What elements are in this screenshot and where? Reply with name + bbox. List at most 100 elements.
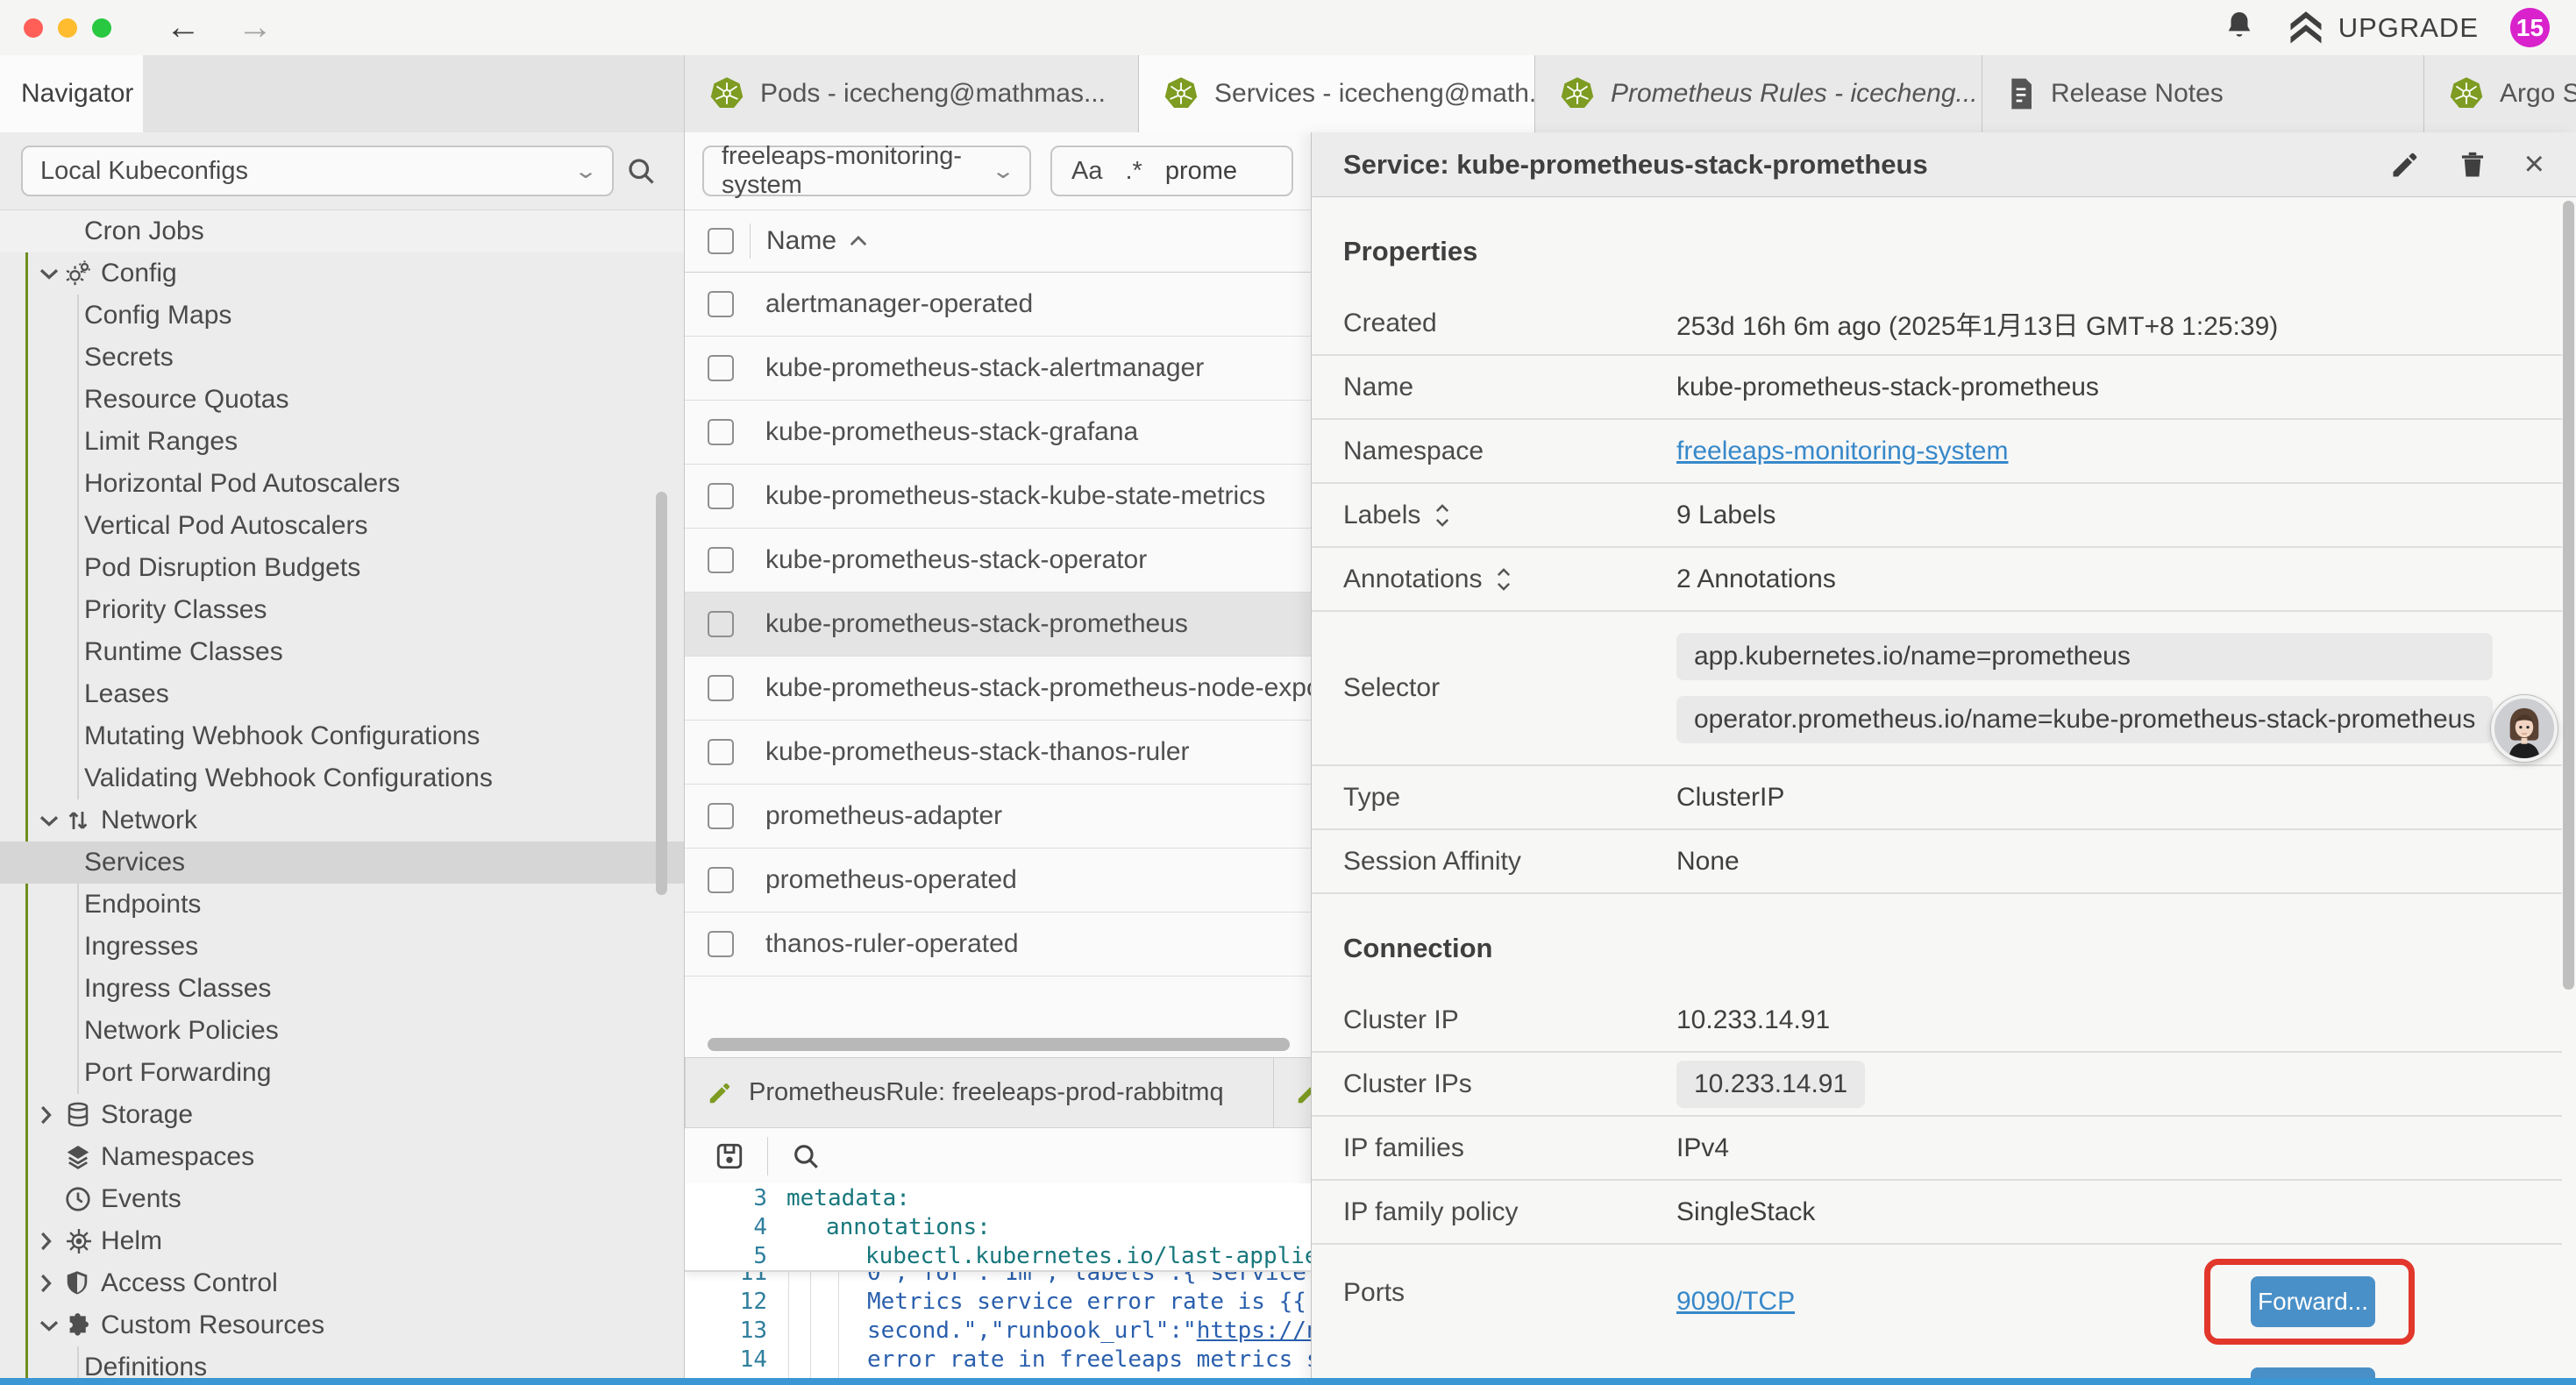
kubeconfig-select[interactable]: Local Kubeconfigs ⌄ (21, 146, 614, 196)
sidebar-item-priority-classes[interactable]: Priority Classes (0, 589, 684, 631)
row-checkbox[interactable] (708, 611, 734, 637)
gear-icon (65, 260, 95, 287)
close-window-button[interactable] (24, 18, 43, 38)
forward-button[interactable]: → (238, 8, 273, 47)
sidebar-item-namespaces[interactable]: Namespaces (0, 1136, 684, 1178)
match-case-toggle[interactable]: Aa (1071, 157, 1102, 186)
tab-release-notes[interactable]: Release Notes (1982, 55, 2424, 132)
table-row[interactable]: kube-prometheus-stack-prometheus-node-ex… (685, 657, 1311, 721)
sidebar-item-network[interactable]: Network (0, 799, 684, 842)
namespace-select[interactable]: freeleaps-monitoring-system ⌄ (702, 146, 1031, 196)
sidebar-item-ingress-classes[interactable]: Ingress Classes (0, 968, 684, 1010)
regex-toggle[interactable]: .* (1125, 157, 1142, 186)
sidebar-item-config-maps[interactable]: Config Maps (0, 295, 684, 337)
table-row[interactable]: kube-prometheus-stack-thanos-ruler (685, 721, 1311, 785)
tab-pods-icecheng-mathmas[interactable]: Pods - icecheng@mathmas... (685, 55, 1139, 132)
back-button[interactable]: ← (166, 8, 201, 47)
sidebar-item-port-forwarding[interactable]: Port Forwarding (0, 1052, 684, 1094)
sidebar-item-vertical-pod-autoscalers[interactable]: Vertical Pod Autoscalers (0, 505, 684, 547)
chevron-right-icon[interactable] (39, 1273, 61, 1294)
horizontal-scrollbar[interactable] (685, 1035, 1311, 1055)
edit-pencil-icon[interactable] (2389, 149, 2421, 181)
table-row[interactable]: prometheus-operated (685, 849, 1311, 913)
table-row[interactable]: kube-prometheus-stack-grafana (685, 401, 1311, 465)
sidebar-item-pod-disruption-budgets[interactable]: Pod Disruption Budgets (0, 547, 684, 589)
row-checkbox[interactable] (708, 419, 734, 445)
row-label: Labels (1343, 501, 1676, 530)
namespace-link[interactable]: freeleaps-monitoring-system (1676, 437, 2008, 466)
kubeconfig-select-value: Local Kubeconfigs (40, 157, 248, 186)
sidebar-item-network-policies[interactable]: Network Policies (0, 1010, 684, 1052)
sidebar-item-cron-jobs[interactable]: Cron Jobs (0, 210, 684, 252)
forward-button[interactable]: Forward... (2251, 1276, 2375, 1327)
sidebar-item-ingresses[interactable]: Ingresses (0, 926, 684, 968)
row-checkbox[interactable] (708, 931, 734, 957)
user-avatar[interactable] (2491, 695, 2558, 762)
expand-collapse-icon[interactable] (1496, 565, 1512, 593)
runbook-url-link[interactable]: https://net (1197, 1318, 1311, 1344)
code-line: second.","runbook_url":"https://net (767, 1318, 1311, 1344)
sidebar-item-events[interactable]: Events (0, 1178, 684, 1220)
sidebar-item-endpoints[interactable]: Endpoints (0, 884, 684, 926)
row-checkbox[interactable] (708, 803, 734, 829)
navigator-tab[interactable]: Navigator (0, 55, 143, 132)
editor-tab[interactable] (1274, 1058, 1311, 1127)
row-checkbox[interactable] (708, 547, 734, 573)
yaml-editor[interactable]: 3metadata:4annotations:5kubectl.kubernet… (685, 1183, 1311, 1385)
delete-trash-icon[interactable] (2458, 149, 2487, 181)
row-checkbox[interactable] (708, 739, 734, 765)
line-number: 4 (685, 1214, 767, 1240)
save-icon[interactable] (715, 1141, 744, 1171)
table-row[interactable]: thanos-ruler-operated (685, 913, 1311, 977)
sidebar-item-storage[interactable]: Storage (0, 1094, 684, 1136)
tab-services-icecheng-math[interactable]: Services - icecheng@math...× (1139, 55, 1535, 132)
filter-input[interactable]: Aa .* prome (1050, 146, 1293, 196)
close-panel-icon[interactable]: × (2524, 145, 2544, 184)
sidebar-item-runtime-classes[interactable]: Runtime Classes (0, 631, 684, 673)
table-row[interactable]: kube-prometheus-stack-prometheus (685, 593, 1311, 657)
table-row[interactable]: kube-prometheus-stack-operator (685, 529, 1311, 593)
port-link[interactable]: 9090/TCP (1676, 1287, 1795, 1317)
table-row[interactable]: kube-prometheus-stack-kube-state-metrics (685, 465, 1311, 529)
sidebar-item-limit-ranges[interactable]: Limit Ranges (0, 421, 684, 463)
row-checkbox[interactable] (708, 291, 734, 317)
chevron-down-icon[interactable] (39, 1318, 61, 1332)
table-row[interactable]: kube-prometheus-stack-alertmanager (685, 337, 1311, 401)
notification-count-badge[interactable]: 15 (2510, 8, 2550, 47)
tab-prometheus-rules-icecheng[interactable]: Prometheus Rules - icecheng... (1535, 55, 1982, 132)
zoom-window-button[interactable] (92, 18, 111, 38)
table-row[interactable]: alertmanager-operated (685, 273, 1311, 337)
sidebar-item-horizontal-pod-autoscalers[interactable]: Horizontal Pod Autoscalers (0, 463, 684, 505)
editor-search-icon[interactable] (791, 1141, 821, 1171)
detail-scrollbar[interactable] (2563, 201, 2574, 990)
chevron-right-icon[interactable] (39, 1231, 61, 1252)
sidebar-item-secrets[interactable]: Secrets (0, 337, 684, 379)
chevron-down-icon[interactable] (39, 266, 61, 281)
upgrade-button[interactable]: UPGRADE (2288, 11, 2479, 44)
sidebar-scrollbar[interactable] (656, 492, 667, 895)
expand-collapse-icon[interactable] (1434, 501, 1450, 529)
table-row[interactable]: prometheus-adapter (685, 785, 1311, 849)
tab-argo-se[interactable]: Argo Se (2424, 55, 2576, 132)
editor-tab[interactable]: PrometheusRule: freeleaps-prod-rabbitmq (685, 1058, 1274, 1127)
sidebar-search-button[interactable] (614, 155, 668, 187)
row-checkbox[interactable] (708, 355, 734, 381)
select-all-checkbox[interactable] (708, 228, 734, 254)
sidebar-item-custom-resources[interactable]: Custom Resources (0, 1304, 684, 1346)
chevron-right-icon[interactable] (39, 1104, 61, 1126)
row-checkbox[interactable] (708, 867, 734, 893)
sidebar-item-helm[interactable]: Helm (0, 1220, 684, 1262)
row-checkbox[interactable] (708, 483, 734, 509)
notifications-bell-icon[interactable] (2223, 9, 2256, 46)
sidebar-item-mutating-webhook-configurations[interactable]: Mutating Webhook Configurations (0, 715, 684, 757)
sidebar-item-config[interactable]: Config (0, 252, 684, 295)
sidebar-item-resource-quotas[interactable]: Resource Quotas (0, 379, 684, 421)
sidebar-item-validating-webhook-configurations[interactable]: Validating Webhook Configurations (0, 757, 684, 799)
name-column-header[interactable]: Name (766, 226, 868, 256)
sidebar-item-access-control[interactable]: Access Control (0, 1262, 684, 1304)
row-checkbox[interactable] (708, 675, 734, 701)
chevron-down-icon[interactable] (39, 813, 61, 827)
sidebar-item-leases[interactable]: Leases (0, 673, 684, 715)
minimize-window-button[interactable] (58, 18, 77, 38)
sidebar-item-services[interactable]: Services (0, 842, 684, 884)
